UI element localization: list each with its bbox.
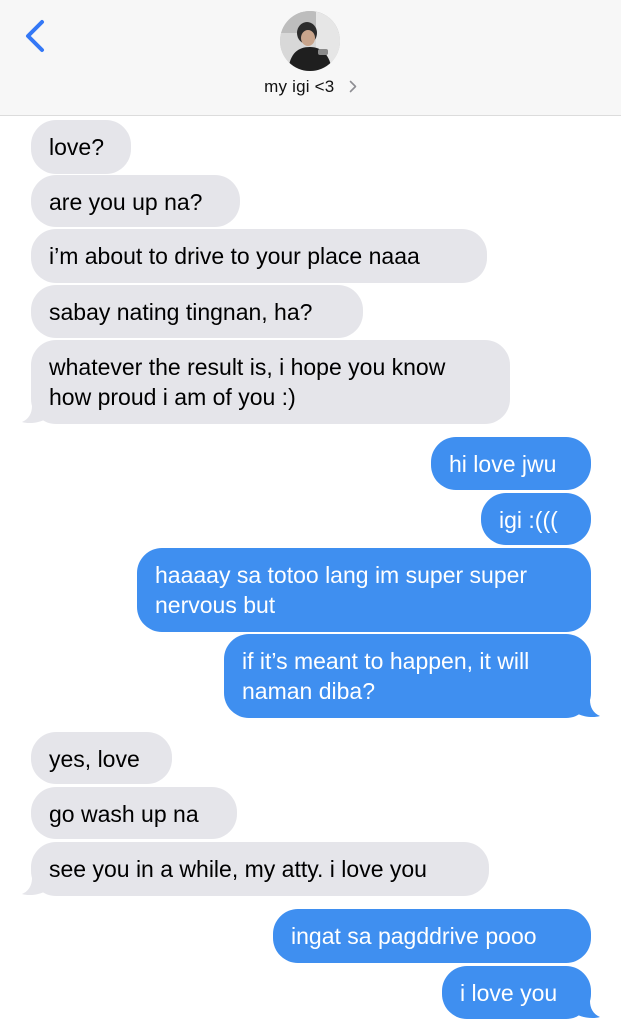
message-outgoing: if it’s meant to happen, it will naman d… [224,634,600,718]
message-outgoing: i love you [442,966,600,1019]
message-bubble[interactable]: yes, love [31,732,172,784]
message-text: haaaay sa totoo lang im super super nerv… [155,562,534,618]
message-incoming: love? [31,120,131,174]
message-text: whatever the result is, i hope you know … [49,354,452,410]
message-bubble[interactable]: i love you [442,966,591,1019]
message-text: go wash up na [49,801,199,827]
message-text: sabay nating tingnan, ha? [49,299,313,325]
message-incoming: are you up na? [31,175,240,227]
message-text: see you in a while, my atty. i love you [49,856,427,882]
message-text: if it’s meant to happen, it will naman d… [242,648,536,704]
message-text: love? [49,134,104,160]
message-outgoing: hi love jwu [431,437,591,490]
bubble-tail [578,1001,600,1019]
contact-avatar[interactable] [280,11,340,71]
bubble-tail [22,878,44,896]
chevron-left-icon [26,20,44,52]
message-text: i’m about to drive to your place naaa [49,243,420,269]
message-incoming: go wash up na [31,787,237,839]
message-text: are you up na? [49,189,203,215]
message-outgoing: igi :((( [481,493,591,545]
message-text: yes, love [49,746,140,772]
conversation-header: my igi <3 [0,0,621,116]
message-text: igi :((( [499,507,558,533]
message-bubble[interactable]: whatever the result is, i hope you know … [31,340,510,424]
message-outgoing: ingat sa pagddrive pooo [273,909,591,963]
message-bubble[interactable]: if it’s meant to happen, it will naman d… [224,634,591,718]
message-outgoing: haaaay sa totoo lang im super super nerv… [137,548,591,632]
message-text: i love you [460,980,558,1006]
avatar-photo [280,11,340,71]
message-incoming: yes, love [31,732,172,784]
message-incoming: i’m about to drive to your place naaa [31,229,487,283]
message-bubble[interactable]: love? [31,120,131,174]
contact-info-button[interactable]: my igi <3 [0,77,621,103]
message-text: ingat sa pagddrive pooo [291,923,537,949]
message-bubble[interactable]: haaaay sa totoo lang im super super nerv… [137,548,591,632]
message-bubble[interactable]: see you in a while, my atty. i love you [31,842,489,896]
message-bubble[interactable]: are you up na? [31,175,240,227]
contact-name: my igi <3 [264,77,335,96]
bubble-tail [578,700,600,718]
message-bubble[interactable]: igi :((( [481,493,591,545]
back-button[interactable] [18,16,54,56]
message-incoming: see you in a while, my atty. i love you [22,842,489,896]
message-incoming: sabay nating tingnan, ha? [31,285,363,338]
message-bubble[interactable]: go wash up na [31,787,237,839]
bubble-tail [22,406,44,424]
message-bubble[interactable]: i’m about to drive to your place naaa [31,229,487,283]
message-bubble[interactable]: sabay nating tingnan, ha? [31,285,363,338]
message-text: hi love jwu [449,451,557,477]
chevron-right-icon [349,80,357,93]
message-bubble[interactable]: ingat sa pagddrive pooo [273,909,591,963]
message-bubble[interactable]: hi love jwu [431,437,591,490]
message-thread[interactable]: love? are you up na? i’m about to drive … [0,115,621,1024]
message-incoming: whatever the result is, i hope you know … [22,340,510,424]
messages-screen: my igi <3 love? are you up na? i’m about… [0,0,621,1024]
